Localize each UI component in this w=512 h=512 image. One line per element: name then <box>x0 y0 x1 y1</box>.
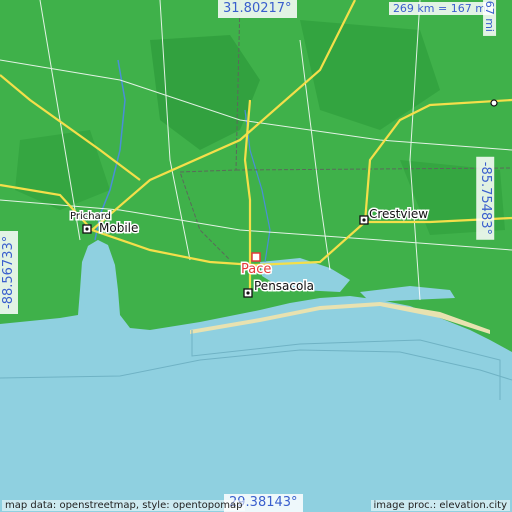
scale-label-top: 269 km = 167 mi <box>388 2 493 15</box>
map-data-credit: map data: openstreetmap, style: opentopo… <box>2 500 246 511</box>
city-marker-crestview[interactable] <box>359 215 369 225</box>
latitude-top-label: 31.80217° <box>218 0 297 18</box>
city-label-crestview: Crestview <box>369 207 428 221</box>
city-marker-east[interactable] <box>490 99 498 107</box>
city-marker-mobile[interactable] <box>82 224 92 234</box>
longitude-left-label: -88.56733° <box>0 230 18 314</box>
city-marker-pace[interactable] <box>251 252 261 262</box>
topographic-map[interactable]: Prichard Mobile Pensacola Crestview Pace <box>0 0 512 512</box>
city-label-pensacola: Pensacola <box>254 279 314 293</box>
highlight-label-pace: Pace <box>241 262 271 277</box>
processing-credit: image proc.: elevation.city <box>370 500 510 511</box>
scale-label-right: 269 km = 167 mi <box>483 0 496 36</box>
longitude-right-label: -85.75483° <box>476 156 494 240</box>
city-marker-pensacola[interactable] <box>243 288 253 298</box>
city-label-mobile: Mobile <box>99 221 138 235</box>
